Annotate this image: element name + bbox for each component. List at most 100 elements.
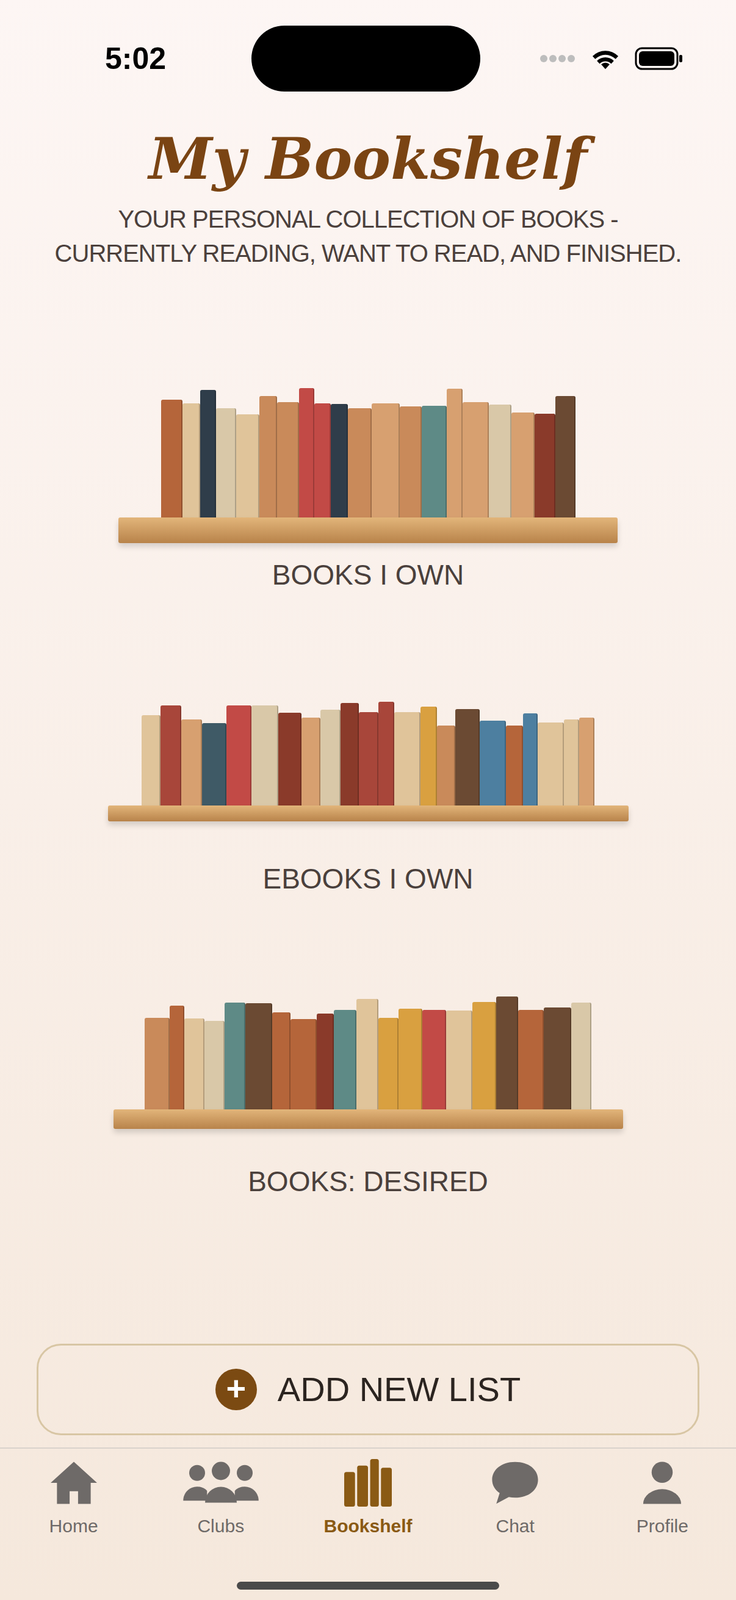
book-spine (472, 1002, 497, 1110)
book-spine (144, 1017, 170, 1110)
book-spine (563, 719, 580, 806)
book-spine (245, 1003, 273, 1110)
bookshelf-shelf[interactable]: EBOOKS I OWN (108, 701, 629, 896)
book-row (113, 996, 624, 1110)
tab-bar: Home Clubs Bookshelf Chat Profile (0, 1447, 736, 1600)
shelf-label[interactable]: BOOKS: DESIRED (247, 1164, 489, 1199)
book-spine (511, 412, 535, 518)
book-spine (272, 1012, 291, 1110)
book-spine (462, 402, 489, 518)
tab-label: Profile (636, 1514, 689, 1538)
book-spine (301, 717, 321, 806)
book-spine (378, 1017, 399, 1110)
book-spine (160, 705, 182, 806)
signal-icon (539, 53, 577, 64)
book-spine (224, 1002, 246, 1110)
book-spine (505, 725, 524, 806)
bookshelf-icon (341, 1458, 395, 1508)
book-row (108, 701, 629, 806)
book-spine (534, 413, 556, 518)
book-spine (421, 405, 447, 518)
book-spine (420, 706, 437, 806)
tab-item[interactable]: Chat (441, 1448, 589, 1538)
book-spine (446, 388, 463, 518)
book-spine (330, 404, 348, 518)
book-spine (202, 723, 227, 806)
shelf-plank (118, 517, 618, 544)
tab-label: Bookshelf (323, 1514, 412, 1538)
bookshelf-shelf[interactable]: BOOKS: DESIRED (113, 996, 624, 1199)
book-spine (488, 404, 512, 518)
book-spine (371, 403, 400, 518)
book-spine (320, 709, 341, 806)
book-row (118, 386, 618, 518)
book-spine (161, 399, 183, 518)
book-spine (555, 396, 576, 518)
shelf-plank (113, 1109, 624, 1130)
clubs-icon (181, 1458, 261, 1508)
book-spine (169, 1005, 185, 1110)
page-title: My Bookshelf (0, 124, 736, 194)
book-spine (259, 396, 278, 518)
book-spine (251, 705, 279, 806)
book-spine (347, 408, 372, 518)
book-spine (358, 712, 379, 806)
book-spine (543, 1007, 572, 1110)
status-icons (480, 46, 736, 71)
book-spine (523, 713, 538, 806)
book-spine (290, 1019, 317, 1110)
plus-icon: + (215, 1368, 257, 1411)
book-spine (479, 720, 506, 806)
book-spine (518, 1010, 544, 1110)
book-spine (200, 389, 217, 518)
book-spine (181, 719, 203, 806)
tab-label: Clubs (197, 1514, 245, 1538)
shelf-plank (108, 805, 629, 822)
add-new-list-button[interactable]: + ADD NEW LIST (36, 1343, 700, 1436)
book-spine (204, 1021, 225, 1110)
chat-icon (490, 1458, 541, 1508)
shelf-label[interactable]: BOOKS I OWN (272, 557, 464, 592)
tab-label: Chat (496, 1514, 535, 1538)
book-spine (399, 406, 422, 518)
book-spine (333, 1010, 357, 1110)
book-spine (316, 1013, 334, 1110)
add-new-list-label: ADD NEW LIST (277, 1368, 521, 1411)
tab-item[interactable]: Home (0, 1448, 148, 1538)
shelf-label[interactable]: EBOOKS I OWN (262, 861, 473, 896)
dynamic-island (251, 25, 481, 92)
book-spine (496, 996, 519, 1110)
book-spine (340, 703, 359, 806)
book-spine (314, 403, 331, 518)
book-spine (216, 408, 237, 518)
book-spine (277, 402, 300, 518)
book-spine (299, 388, 315, 518)
book-spine (236, 414, 260, 518)
status-time: 5:02 (19, 36, 252, 82)
wifi-icon (589, 46, 622, 71)
battery-icon (634, 46, 684, 71)
book-spine (579, 717, 595, 806)
book-spine (378, 701, 395, 806)
tab-item[interactable]: Bookshelf (294, 1448, 442, 1538)
home-icon (48, 1458, 100, 1508)
tab-item[interactable]: Profile (588, 1448, 736, 1538)
tab-item[interactable]: Clubs (147, 1448, 295, 1538)
profile-icon (640, 1458, 684, 1508)
book-spine (436, 725, 456, 806)
book-spine (537, 722, 564, 806)
status-bar: 5:02 (0, 25, 736, 92)
tab-label: Home (49, 1514, 99, 1538)
bookshelf-shelf[interactable]: BOOKS I OWN (118, 386, 618, 592)
book-spine (446, 1010, 473, 1110)
book-spine (226, 705, 252, 806)
book-spine (184, 1018, 205, 1110)
book-spine (278, 712, 302, 806)
book-spine (182, 403, 201, 518)
book-spine (455, 709, 480, 806)
book-spine (422, 1010, 447, 1110)
book-spine (141, 715, 161, 806)
book-spine (571, 1002, 592, 1110)
home-indicator[interactable] (236, 1581, 500, 1590)
page-subtitle: YOUR PERSONAL COLLECTION OF BOOKS - CURR… (38, 202, 698, 271)
